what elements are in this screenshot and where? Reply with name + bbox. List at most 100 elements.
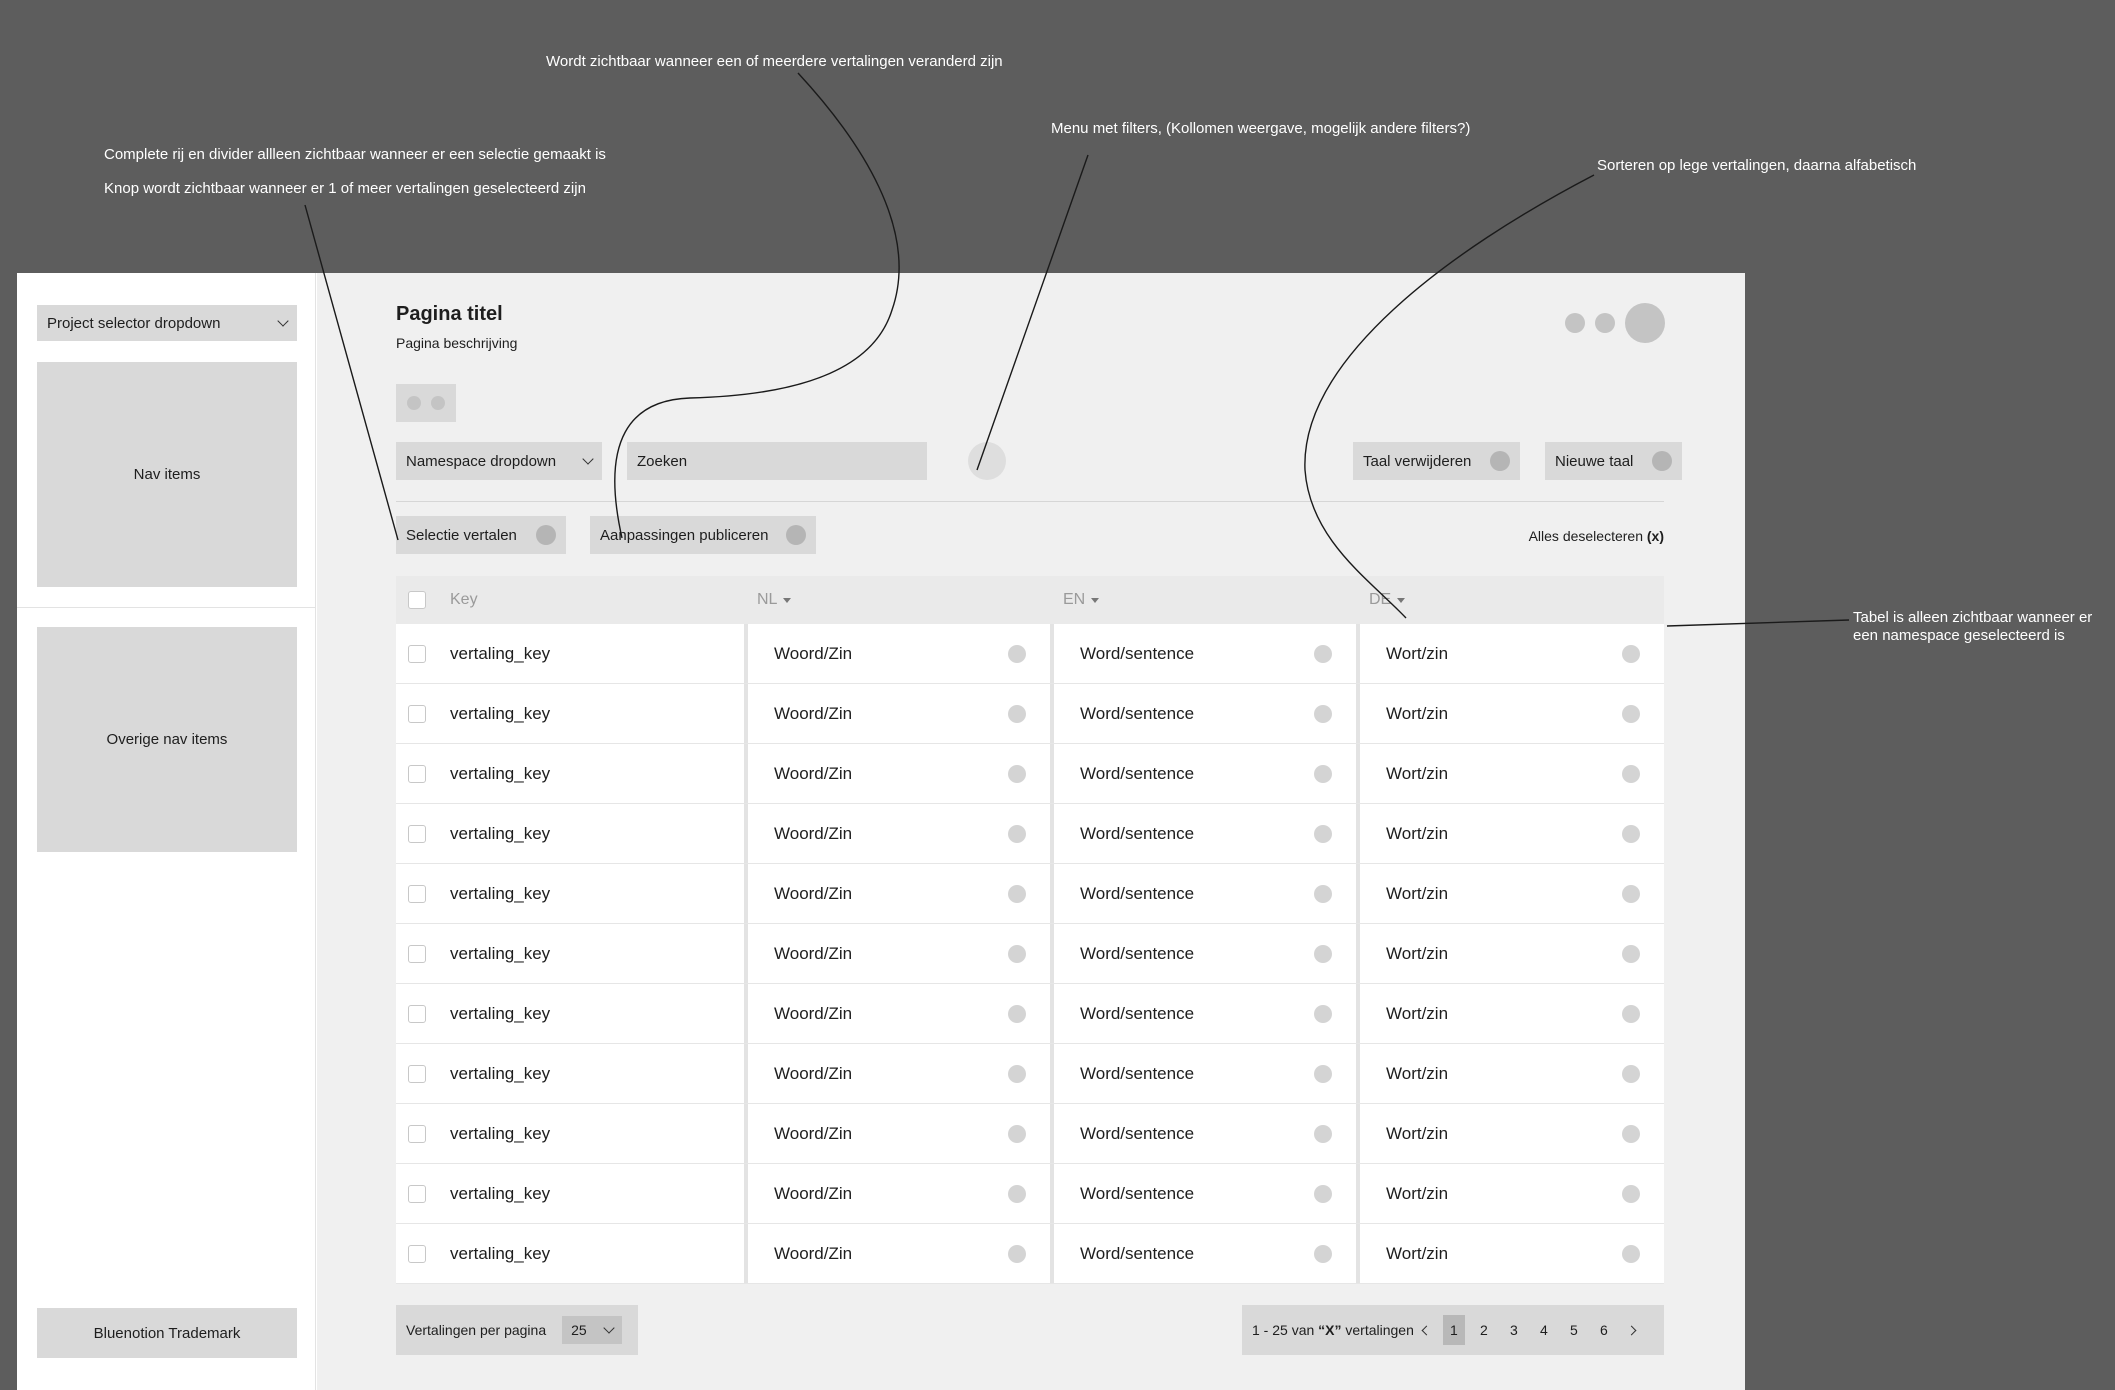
row-checkbox[interactable] <box>408 1004 426 1023</box>
circle-icon[interactable] <box>1622 1184 1640 1203</box>
page-number-4[interactable]: 4 <box>1533 1315 1555 1345</box>
de-cell[interactable]: Wort/zin <box>1360 1104 1664 1163</box>
circle-icon[interactable] <box>1622 1064 1640 1083</box>
de-cell[interactable]: Wort/zin <box>1360 684 1664 743</box>
nl-cell[interactable]: Woord/Zin <box>748 1164 1050 1223</box>
page-number-3[interactable]: 3 <box>1503 1315 1525 1345</box>
view-toggle[interactable] <box>396 384 456 422</box>
circle-icon[interactable] <box>1622 1004 1640 1023</box>
de-cell[interactable]: Wort/zin <box>1360 984 1664 1043</box>
de-cell[interactable]: Wort/zin <box>1360 924 1664 983</box>
circle-icon[interactable] <box>1008 1124 1026 1143</box>
page-number-1[interactable]: 1 <box>1442 1315 1465 1345</box>
circle-icon[interactable] <box>1314 644 1332 663</box>
filter-menu-icon[interactable] <box>968 442 1006 480</box>
column-de[interactable]: DE <box>1369 576 1406 624</box>
row-checkbox[interactable] <box>408 1244 426 1263</box>
circle-icon[interactable] <box>1008 764 1026 783</box>
en-cell[interactable]: Word/sentence <box>1054 744 1356 803</box>
nl-cell[interactable]: Woord/Zin <box>748 1044 1050 1103</box>
new-language-button[interactable]: Nieuwe taal <box>1545 442 1682 480</box>
circle-icon[interactable] <box>1008 704 1026 723</box>
circle-icon[interactable] <box>1622 1124 1640 1143</box>
row-checkbox[interactable] <box>408 884 426 903</box>
en-cell[interactable]: Word/sentence <box>1054 924 1356 983</box>
circle-icon[interactable] <box>1314 1064 1332 1083</box>
circle-icon[interactable] <box>1314 884 1332 903</box>
en-cell[interactable]: Word/sentence <box>1054 1164 1356 1223</box>
page-number-2[interactable]: 2 <box>1473 1315 1495 1345</box>
de-cell[interactable]: Wort/zin <box>1360 804 1664 863</box>
nl-cell[interactable]: Woord/Zin <box>748 804 1050 863</box>
notification-icon[interactable] <box>1565 313 1585 333</box>
circle-icon[interactable] <box>1314 1004 1332 1023</box>
toggle-option-icon[interactable] <box>431 396 445 410</box>
circle-icon[interactable] <box>1008 1184 1026 1203</box>
circle-icon[interactable] <box>1314 944 1332 963</box>
project-selector-dropdown[interactable]: Project selector dropdown <box>37 305 297 341</box>
circle-icon[interactable] <box>1622 644 1640 663</box>
circle-icon[interactable] <box>1008 824 1026 843</box>
row-checkbox[interactable] <box>408 1124 426 1143</box>
nl-cell[interactable]: Woord/Zin <box>748 744 1050 803</box>
nl-cell[interactable]: Woord/Zin <box>748 984 1050 1043</box>
row-checkbox[interactable] <box>408 644 426 663</box>
circle-icon[interactable] <box>1622 944 1640 963</box>
circle-icon[interactable] <box>1314 1184 1332 1203</box>
nl-cell[interactable]: Woord/Zin <box>748 1104 1050 1163</box>
circle-icon[interactable] <box>1314 1124 1332 1143</box>
circle-icon[interactable] <box>1008 644 1026 663</box>
avatar[interactable] <box>1625 303 1665 343</box>
column-en[interactable]: EN <box>1063 576 1100 624</box>
en-cell[interactable]: Word/sentence <box>1054 684 1356 743</box>
en-cell[interactable]: Word/sentence <box>1054 864 1356 923</box>
en-cell[interactable]: Word/sentence <box>1054 1224 1356 1283</box>
nl-cell[interactable]: Woord/Zin <box>748 864 1050 923</box>
nav-items-block[interactable]: Nav items <box>37 362 297 587</box>
publish-changes-button[interactable]: Aanpassingen publiceren <box>590 516 816 554</box>
circle-icon[interactable] <box>1314 1244 1332 1263</box>
en-cell[interactable]: Word/sentence <box>1054 1104 1356 1163</box>
nl-cell[interactable]: Woord/Zin <box>748 684 1050 743</box>
row-checkbox[interactable] <box>408 1184 426 1203</box>
de-cell[interactable]: Wort/zin <box>1360 624 1664 683</box>
circle-icon[interactable] <box>1622 884 1640 903</box>
en-cell[interactable]: Word/sentence <box>1054 624 1356 683</box>
de-cell[interactable]: Wort/zin <box>1360 1164 1664 1223</box>
nl-cell[interactable]: Woord/Zin <box>748 924 1050 983</box>
de-cell[interactable]: Wort/zin <box>1360 864 1664 923</box>
circle-icon[interactable] <box>1622 1244 1640 1263</box>
circle-icon[interactable] <box>1622 824 1640 843</box>
nl-cell[interactable]: Woord/Zin <box>748 1224 1050 1283</box>
row-checkbox[interactable] <box>408 704 426 723</box>
en-cell[interactable]: Word/sentence <box>1054 1044 1356 1103</box>
chevron-right-icon[interactable] <box>1626 1325 1637 1335</box>
toggle-option-icon[interactable] <box>407 396 421 410</box>
circle-icon[interactable] <box>1314 764 1332 783</box>
de-cell[interactable]: Wort/zin <box>1360 744 1664 803</box>
translate-selection-button[interactable]: Selectie vertalen <box>396 516 566 554</box>
delete-language-button[interactable]: Taal verwijderen <box>1353 442 1520 480</box>
column-nl[interactable]: NL <box>757 576 792 624</box>
page-number-5[interactable]: 5 <box>1563 1315 1585 1345</box>
circle-icon[interactable] <box>1314 824 1332 843</box>
nl-cell[interactable]: Woord/Zin <box>748 624 1050 683</box>
row-checkbox[interactable] <box>408 944 426 963</box>
circle-icon[interactable] <box>1622 704 1640 723</box>
de-cell[interactable]: Wort/zin <box>1360 1224 1664 1283</box>
circle-icon[interactable] <box>1008 884 1026 903</box>
circle-icon[interactable] <box>1008 1004 1026 1023</box>
row-checkbox[interactable] <box>408 1064 426 1083</box>
select-all-checkbox[interactable] <box>408 591 426 609</box>
row-checkbox[interactable] <box>408 764 426 783</box>
help-icon[interactable] <box>1595 313 1615 333</box>
circle-icon[interactable] <box>1008 1064 1026 1083</box>
per-page-dropdown[interactable]: 25 <box>562 1316 623 1344</box>
page-number-6[interactable]: 6 <box>1593 1315 1615 1345</box>
namespace-dropdown[interactable]: Namespace dropdown <box>396 442 602 480</box>
circle-icon[interactable] <box>1008 944 1026 963</box>
row-checkbox[interactable] <box>408 824 426 843</box>
circle-icon[interactable] <box>1314 704 1332 723</box>
deselect-all-link[interactable]: Alles deselecteren (x) <box>1529 528 1664 544</box>
de-cell[interactable]: Wort/zin <box>1360 1044 1664 1103</box>
